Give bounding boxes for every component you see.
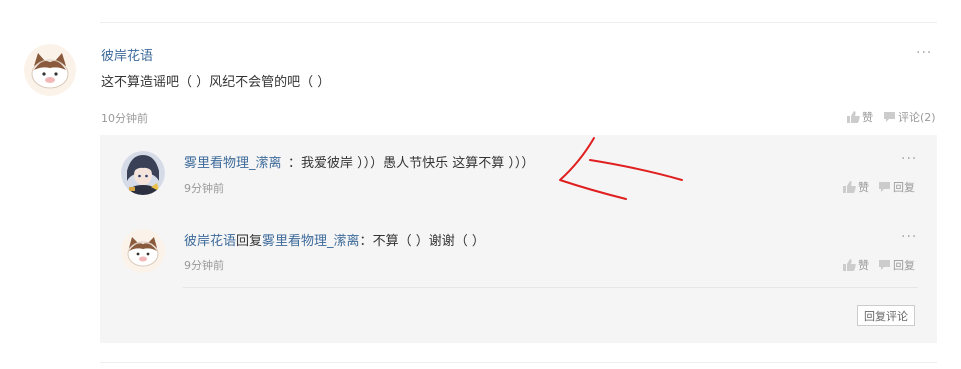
comment-more-icon[interactable]: ··· (916, 46, 932, 60)
reply-author-link[interactable]: 彼岸花语 (184, 234, 236, 249)
like-label: 赞 (858, 181, 869, 194)
comment-bubble-icon (879, 182, 890, 192)
avatar[interactable] (121, 151, 165, 195)
comment-timestamp: 10分钟前 (101, 112, 148, 125)
divider (100, 22, 937, 23)
reply-to-link[interactable]: 雾里看物理_潆离 (262, 234, 360, 249)
reply-body: 我爱彼岸 ）））愚人节快乐 这算不算 ））） (301, 156, 535, 171)
reply-timestamp: 9分钟前 (184, 259, 224, 272)
thumbs-up-icon (843, 259, 856, 271)
comment-bubble-icon (884, 112, 895, 122)
reply-timestamp: 9分钟前 (184, 182, 224, 195)
comment-like-button[interactable]: 赞 (847, 109, 873, 125)
like-label: 赞 (862, 111, 873, 124)
comment-count-button[interactable]: 评论(2) (883, 109, 936, 125)
reply-header: 彼岸花语回复雾里看物理_潆离：不算（ ）谢谢（ ） (184, 230, 485, 249)
avatar[interactable] (121, 229, 165, 273)
like-label: 赞 (858, 259, 869, 272)
reply-text: ：我爱彼岸 ）））愚人节快乐 这算不算 ））） (288, 152, 534, 171)
reply-more-icon[interactable]: ··· (901, 152, 917, 166)
reply-like-button[interactable]: 赞 (843, 257, 869, 273)
reply-body: 不算（ ）谢谢（ ） (372, 234, 485, 249)
reply-label: 回复 (893, 259, 915, 272)
reply-like-button[interactable]: 赞 (843, 179, 869, 195)
reply-word: 回复 (236, 234, 263, 249)
divider (183, 287, 918, 288)
divider (100, 362, 937, 363)
reply-label: 回复 (893, 181, 915, 194)
avatar[interactable] (24, 44, 76, 96)
reply-author-link[interactable]: 雾里看物理_潆离 (184, 152, 282, 171)
reply-separator: ： (359, 234, 373, 249)
comment-count-label: 评论(2) (898, 111, 936, 124)
thumbs-up-icon (843, 181, 856, 193)
comment-text: 这不算造谣吧（ ）风纪不会管的吧（ ） (101, 75, 331, 90)
thumbs-up-icon (847, 111, 860, 123)
comment-thread: 彼岸花语 ··· 这不算造谣吧（ ）风纪不会管的吧（ ） 10分钟前 赞 评论(… (0, 0, 961, 369)
reply-reply-button[interactable]: 回复 (878, 257, 915, 273)
reply-separator: ： (288, 156, 302, 171)
reply-comment-button[interactable]: 回复评论 (857, 305, 915, 326)
reply-more-icon[interactable]: ··· (901, 230, 917, 244)
comment-author-link[interactable]: 彼岸花语 (101, 45, 153, 64)
reply-reply-button[interactable]: 回复 (878, 179, 915, 195)
comment-bubble-icon (879, 260, 890, 270)
